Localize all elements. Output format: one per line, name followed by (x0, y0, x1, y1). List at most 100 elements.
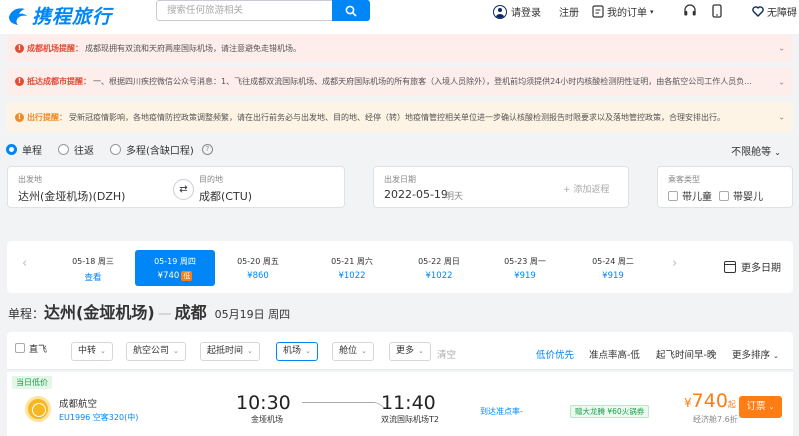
radio-unchecked (110, 144, 121, 155)
filter-bar: 直飞 中转 ⌄ 航空公司 ⌄ 起抵时间 ⌄ 机场 ⌄ 舱位 ⌄ 更多 ⌄ 清空 低价优先 准… (7, 332, 793, 370)
date-input-box: 出发日期 2022-05-19 明天 + 添加返程 (373, 166, 629, 208)
clear-filters-button[interactable]: 清空 (437, 347, 456, 361)
add-return-button[interactable]: + 添加返程 (563, 182, 609, 195)
more-sort-menu[interactable]: 更多排序 ⌄ (732, 347, 779, 361)
date-price: ¥860 (247, 271, 269, 281)
checkbox-label: 带儿童 (682, 192, 712, 203)
radio-label: 单程 (22, 146, 42, 157)
sort-departure-time[interactable]: 起飞时间早-晚 (656, 347, 716, 361)
date-option[interactable]: 05-20 周五 ¥860 (218, 250, 298, 286)
weekday-value: 周四 (179, 257, 196, 266)
daily-low-tag: 当日低价 (12, 376, 52, 389)
route-from: 达州(金垭机场) (44, 303, 155, 322)
chevron-down-icon[interactable]: ⌄ (778, 44, 785, 53)
flight-price: ¥740起 (684, 390, 736, 412)
alert-icon: ! (15, 77, 24, 86)
date-price: 查看 (84, 273, 102, 283)
ctrip-logo[interactable]: 携程旅行 (6, 2, 112, 29)
from-field[interactable]: 达州(金垭机场)(DZH) (18, 188, 125, 204)
date-price: ¥1022 (338, 271, 366, 281)
price-suffix: 起 (727, 400, 736, 409)
flight-card[interactable]: 当日低价 成都航空 EU1996 空客320(中) 10:30 金垭机场 11:… (7, 372, 793, 436)
route-separator: — (157, 306, 172, 322)
one-way-radio[interactable]: 单程 (6, 142, 42, 157)
price-value: 740 (691, 390, 728, 412)
date-option[interactable]: 05-22 周日 ¥1022 (399, 250, 479, 286)
airline-filter[interactable]: 航空公司 ⌄ (126, 342, 186, 361)
filter-label: 中转 (78, 346, 97, 356)
more-dates-label: 更多日期 (741, 263, 781, 274)
departure-date-field[interactable]: 2022-05-19 (384, 188, 448, 201)
lowest-price-badge: 低 (181, 271, 193, 281)
transfer-filter[interactable]: 中转 ⌄ (71, 342, 113, 361)
radio-checked (6, 144, 17, 155)
search-icon (345, 5, 357, 17)
route-heading: 单程： 达州(金垭机场) — 成都 05月19日 周四 (8, 299, 290, 323)
chevron-down-icon: ⌄ (361, 347, 367, 355)
order-doc-icon (592, 5, 604, 18)
top-bar: 携程旅行 请登录 注册 我的订单 ▾ 无障碍 (0, 0, 799, 34)
child-checkbox[interactable]: 带儿童 (668, 188, 712, 203)
chevron-down-icon[interactable]: ⌄ (778, 77, 785, 86)
passenger-type-label: 乘客类型 (668, 175, 700, 184)
notice-title: 出行提醒： (27, 112, 67, 122)
next-dates-arrow-icon[interactable]: › (672, 256, 677, 271)
more-filter[interactable]: 更多 ⌄ (389, 342, 431, 361)
mobile-app-button[interactable] (712, 4, 722, 18)
filter-label: 起抵时间 (207, 346, 244, 356)
login-link[interactable]: 请登录 (493, 4, 541, 19)
chevron-down-icon[interactable]: ⌄ (778, 113, 785, 122)
date-value: 05-22 (418, 257, 442, 266)
date-value: 05-20 (237, 257, 261, 266)
my-orders-menu[interactable]: 我的订单 ▾ (592, 4, 654, 19)
register-link[interactable]: 注册 (559, 4, 579, 19)
accessibility-button[interactable]: 无障碍 (752, 4, 797, 19)
swap-icon[interactable]: ⇄ (173, 179, 194, 200)
airport-filter[interactable]: 机场 ⌄ (276, 342, 318, 361)
sort-ontime-rate[interactable]: 准点率高-低 (589, 347, 640, 361)
multi-city-radio[interactable]: 多程(含缺口程) (110, 142, 194, 157)
infant-checkbox[interactable]: 带婴儿 (719, 188, 763, 203)
more-dates-button[interactable]: 更多日期 (724, 259, 781, 274)
date-price: ¥1022 (425, 271, 453, 281)
date-option[interactable]: 05-23 周一 ¥919 (485, 250, 565, 286)
warning-icon: ! (15, 112, 24, 122)
promo-coupon-tag: 赠大龙腾 ¥60火锅券 (570, 405, 650, 418)
customer-service-button[interactable] (683, 4, 697, 18)
search-input[interactable] (157, 1, 327, 20)
help-icon[interactable]: ? (201, 144, 213, 155)
sort-lowest-price[interactable]: 低价优先 (536, 347, 574, 361)
accessibility-label: 无障碍 (767, 8, 797, 19)
date-option-label: 05-18 周三 (53, 256, 133, 267)
date-price: ¥919 (602, 271, 624, 281)
departure-airport: 金垭机场 (251, 415, 283, 424)
round-trip-radio[interactable]: 往返 (58, 142, 94, 157)
weekday-value: 周五 (262, 257, 279, 266)
date-option[interactable]: 05-21 周六 ¥1022 (312, 250, 392, 286)
book-button[interactable]: 订票 ⌄ (739, 396, 782, 418)
direct-checkbox[interactable]: 直飞 (15, 342, 47, 361)
arrival-chengdu-notice[interactable]: ! 抵达成都市提醒： 一、根据四川疾控微信公众号消息：1、飞往成都双流国际机场、… (7, 67, 793, 96)
calendar-icon (724, 260, 736, 273)
ontime-rate: 到达准点率- (480, 407, 523, 416)
cabin-filter[interactable]: 舱位 ⌄ (332, 342, 374, 361)
departure-time: 10:30 (236, 392, 291, 414)
flight-number[interactable]: EU1996 空客320(中) (59, 412, 138, 423)
cabin-discount: 经济舱7.6折 (693, 415, 738, 424)
prev-dates-arrow-icon[interactable]: ‹ (22, 256, 27, 271)
weekday-value: 周一 (529, 257, 546, 266)
weekday-value: 周日 (443, 257, 460, 266)
date-option[interactable]: 05-24 周二 ¥919 (573, 250, 653, 286)
date-option[interactable]: 05-18 周三 查看 (53, 250, 133, 286)
time-filter[interactable]: 起抵时间 ⌄ (200, 342, 260, 361)
search-button[interactable] (332, 0, 370, 21)
date-option-selected[interactable]: 05-19 周四 ¥740 低 (135, 250, 215, 286)
cabin-class-select[interactable]: 不限舱等 ⌄ (731, 143, 781, 158)
route-date: 05月19日 周四 (214, 308, 291, 321)
travel-notice[interactable]: ! 出行提醒： 受新冠疫情影响，各地疫情防控政策调整频繁，请在出行前务必与出发地… (7, 102, 793, 132)
checkbox-box (719, 191, 729, 201)
chengdu-airport-notice[interactable]: ! 成都机场提醒： 成都现拥有双流和天府两座国际机场，请注意避免走错机场。 ⌄ (7, 34, 793, 62)
chevron-down-icon: ⌄ (100, 347, 106, 355)
logo-text: 携程旅行 (32, 6, 113, 28)
to-field[interactable]: 成都(CTU) (199, 188, 252, 204)
